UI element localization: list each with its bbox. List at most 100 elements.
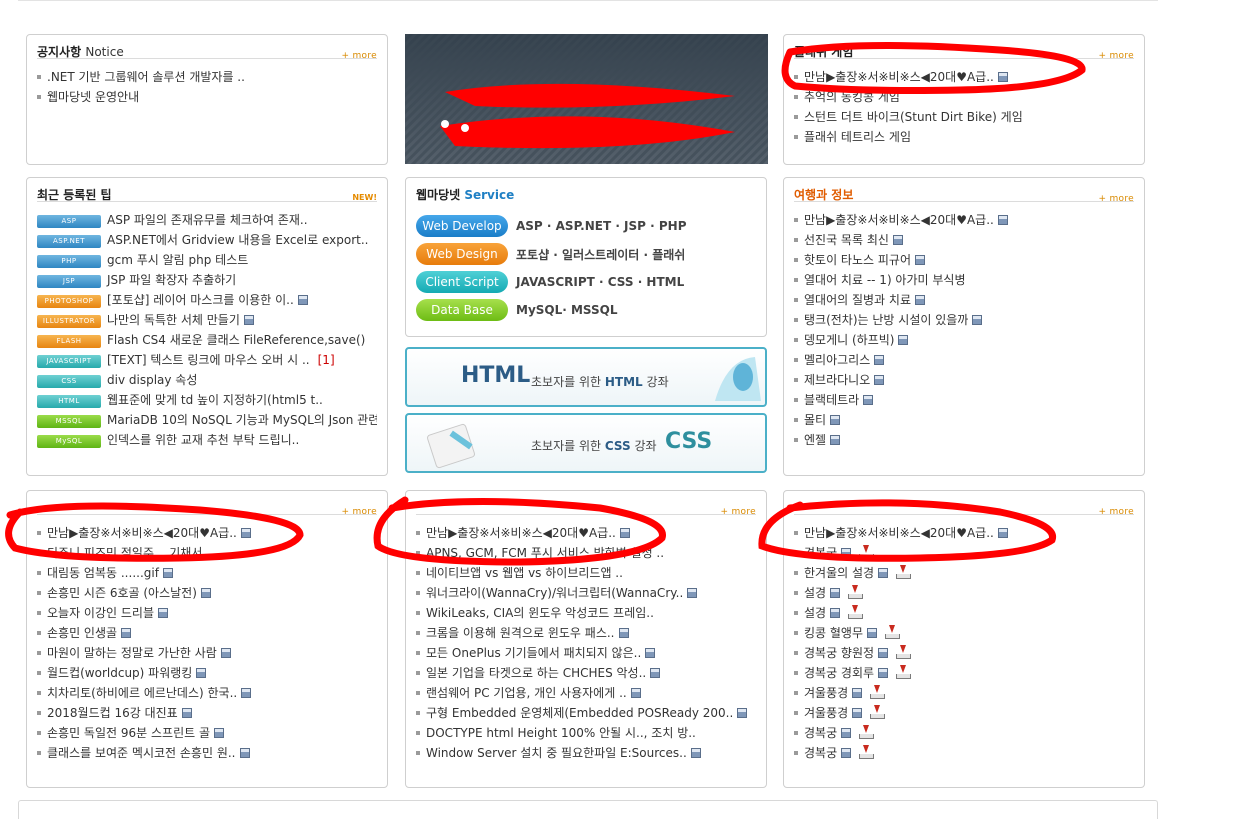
list-item[interactable]: 대림동 엄복동 ......gif [37, 563, 377, 583]
main-banner[interactable] [405, 34, 768, 164]
list-item[interactable]: 플래쉬 테트리스 게임 [794, 127, 1134, 147]
list-item[interactable]: 핫토이 타노스 피규어 [794, 250, 1134, 270]
service-text[interactable]: MySQL· MSSQL [516, 303, 618, 317]
client-script-button[interactable]: Client Script [416, 271, 508, 293]
list-item[interactable]: Window Server 설치 중 필요한파일 E:Sources.. [416, 743, 756, 763]
list-item[interactable]: 클래스를 보여준 멕시코전 손흥민 원.. [37, 743, 377, 763]
tip-item[interactable]: ASP ASP 파일의 존재유무를 체크하여 존재.. [37, 210, 377, 230]
css-lecture-banner[interactable]: 초보자를 위한 CSS 강좌 CSS [405, 413, 767, 473]
list-item[interactable]: 스턴트 더트 바이크(Stunt Dirt Bike) 게임 [794, 107, 1134, 127]
list-item[interactable]: 경복궁 [794, 543, 1134, 563]
download-icon[interactable] [848, 605, 864, 619]
image-file-icon [915, 255, 925, 265]
notice-more-link[interactable]: + more [341, 51, 377, 61]
list-item[interactable]: 제브라다니오 [794, 370, 1134, 390]
list-item[interactable]: 뎅모게니 (하프빅) [794, 330, 1134, 350]
list-item[interactable]: 크롬을 이용해 원격으로 윈도우 패스.. [416, 623, 756, 643]
tip-item[interactable]: JSP JSP 파일 확장자 추출하기 [37, 270, 377, 290]
list-item[interactable]: 만남▶출장※서※비※스◀20대♥A급.. [416, 523, 756, 543]
tip-item[interactable]: ILLUSTRATOR 나만의 독특한 서체 만들기 [37, 310, 377, 330]
html-lecture-label: 초보자를 위한 HTML 강좌 [531, 375, 669, 389]
list-item[interactable]: 설경 [794, 583, 1134, 603]
list-item[interactable]: 손흥민 인생골 [37, 623, 377, 643]
list-item[interactable]: WikiLeaks, CIA의 윈도우 악성코드 프레임.. [416, 603, 756, 623]
list-item[interactable]: 마원이 말하는 정말로 가난한 사람 [37, 643, 377, 663]
list-item[interactable]: 랜섬웨어 PC 기업용, 개인 사용자에게 .. [416, 683, 756, 703]
download-icon[interactable] [859, 725, 875, 739]
gallery-more-link[interactable]: + more [1098, 507, 1134, 517]
list-item[interactable]: 겨울풍경 [794, 703, 1134, 723]
travel-more-link[interactable]: + more [1098, 194, 1134, 204]
list-item[interactable]: 2018월드컵 16강 대진표 [37, 703, 377, 723]
list-item[interactable]: 모든 OnePlus 기기들에서 패치되지 않은.. [416, 643, 756, 663]
list-item[interactable]: APNS, GCM, FCM 푸시 서비스 방화벽 설정 .. [416, 543, 756, 563]
tip-item[interactable]: CSS div display 속성 [37, 370, 377, 390]
list-item[interactable]: 네이티브앱 vs 웹앱 vs 하이브리드앱 .. [416, 563, 756, 583]
download-icon[interactable] [870, 685, 886, 699]
list-item[interactable]: 손흥민 시즌 6호골 (아스날전) [37, 583, 377, 603]
list-item[interactable]: 멜리아그리스 [794, 350, 1134, 370]
tip-item[interactable]: FLASH Flash CS4 새로운 클래스 FileReference,sav… [37, 330, 377, 350]
list-item[interactable]: 블랙테트라 [794, 390, 1134, 410]
service-list: Web Develop ASP · ASP.NET · JSP · PHP Web… [416, 212, 756, 324]
list-item[interactable]: 열대어 치료 -- 1) 아가미 부식병 [794, 270, 1134, 290]
list-item[interactable]: 경복궁 [794, 743, 1134, 763]
list-item[interactable]: 치차리토(하비에르 에르난데스) 한국.. [37, 683, 377, 703]
sports-more-link[interactable]: + more [341, 507, 377, 517]
service-text[interactable]: 포토샵 · 일러스트레이터 · 플래쉬 [516, 246, 685, 263]
list-item[interactable]: 설경 [794, 603, 1134, 623]
download-icon[interactable] [859, 545, 875, 559]
download-icon[interactable] [870, 705, 886, 719]
list-item[interactable]: 만남▶출장※서※비※스◀20대♥A급.. [794, 67, 1134, 87]
download-icon[interactable] [859, 745, 875, 759]
download-icon[interactable] [896, 665, 912, 679]
list-item[interactable]: DOCTYPE html Height 100% 안될 시.., 조치 방.. [416, 723, 756, 743]
list-item[interactable]: 월드컵(worldcup) 파워랭킹 [37, 663, 377, 683]
list-item[interactable]: 웹마당넷 운영안내 [37, 87, 377, 107]
list-item[interactable]: 만남▶출장※서※비※스◀20대♥A급.. [37, 523, 377, 543]
list-item[interactable]: 탱크(전차)는 난방 시설이 있을까 [794, 310, 1134, 330]
web-develop-button[interactable]: Web Develop [416, 215, 508, 237]
list-item[interactable]: 추억의 동킹콩 게임 [794, 87, 1134, 107]
list-item[interactable]: 오늘자 이강인 드리블 [37, 603, 377, 623]
list-item[interactable]: 한겨울의 설경 [794, 563, 1134, 583]
mouse-icon [715, 357, 761, 401]
list-item[interactable]: 만남▶출장※서※비※스◀20대♥A급.. [794, 523, 1134, 543]
tip-item[interactable]: MySQL 인덱스를 위한 교재 추천 부탁 드립니.. [37, 430, 377, 450]
web-design-button[interactable]: Web Design [416, 243, 508, 265]
list-item[interactable]: 손흥민 독일전 96분 스프린트 골 [37, 723, 377, 743]
list-item[interactable]: 구형 Embedded 운영체제(Embedded POSReady 200.. [416, 703, 756, 723]
tip-item[interactable]: MSSQL MariaDB 10의 NoSQL 기능과 MySQL의 Json 관… [37, 410, 377, 430]
flash-more-link[interactable]: + more [1098, 51, 1134, 61]
list-item[interactable]: 엔젤 [794, 430, 1134, 450]
tip-item[interactable]: PHOTOSHOP [포토샵] 레이어 마스크를 이용한 이.. [37, 290, 377, 310]
list-item[interactable]: 경복궁 향원정 [794, 643, 1134, 663]
list-item[interactable]: 만남▶출장※서※비※스◀20대♥A급.. [794, 210, 1134, 230]
download-icon[interactable] [896, 565, 912, 579]
list-item[interactable]: 몰티 [794, 410, 1134, 430]
image-file-icon [650, 668, 661, 678]
list-item[interactable]: 경복궁 [794, 723, 1134, 743]
tip-item[interactable]: JAVASCRIPT [TEXT] 텍스트 링크에 마우스 오버 시 .. [1] [37, 350, 377, 370]
download-icon[interactable] [885, 625, 901, 639]
service-text[interactable]: JAVASCRIPT · CSS · HTML [516, 275, 684, 289]
list-item[interactable]: 선진국 목록 최신 [794, 230, 1134, 250]
list-item[interactable]: 경복궁 경회루 [794, 663, 1134, 683]
service-text[interactable]: ASP · ASP.NET · JSP · PHP [516, 219, 687, 233]
download-icon[interactable] [896, 645, 912, 659]
list-item[interactable]: 일본 기업을 타겟으로 하는 CHCHES 악성.. [416, 663, 756, 683]
list-item[interactable]: 열대어의 질병과 치료 [794, 290, 1134, 310]
list-item[interactable]: 디주니 피즈민 점일주 .. 기채서.. [37, 543, 377, 563]
list-item[interactable]: 워너크라이(WannaCry)/워너크립터(WannaCry.. [416, 583, 756, 603]
list-item[interactable]: .NET 기반 그룹웨어 솔루션 개발자를 .. [37, 67, 377, 87]
category-badge: JSP [37, 275, 101, 288]
tip-item[interactable]: ASP.NET ASP.NET에서 Gridview 내용을 Excel로 exp… [37, 230, 377, 250]
list-item[interactable]: 킹콩 혈앵무 [794, 623, 1134, 643]
tip-item[interactable]: PHP gcm 푸시 알림 php 테스트 [37, 250, 377, 270]
tip-item[interactable]: HTML 웹표준에 맞게 td 높이 지정하기(html5 t.. [37, 390, 377, 410]
tech-news-more-link[interactable]: + more [720, 507, 756, 517]
download-icon[interactable] [848, 585, 864, 599]
data-base-button[interactable]: Data Base [416, 299, 508, 321]
list-item[interactable]: 겨울풍경 [794, 683, 1134, 703]
html-lecture-banner[interactable]: HTML 초보자를 위한 HTML 강좌 [405, 347, 767, 407]
